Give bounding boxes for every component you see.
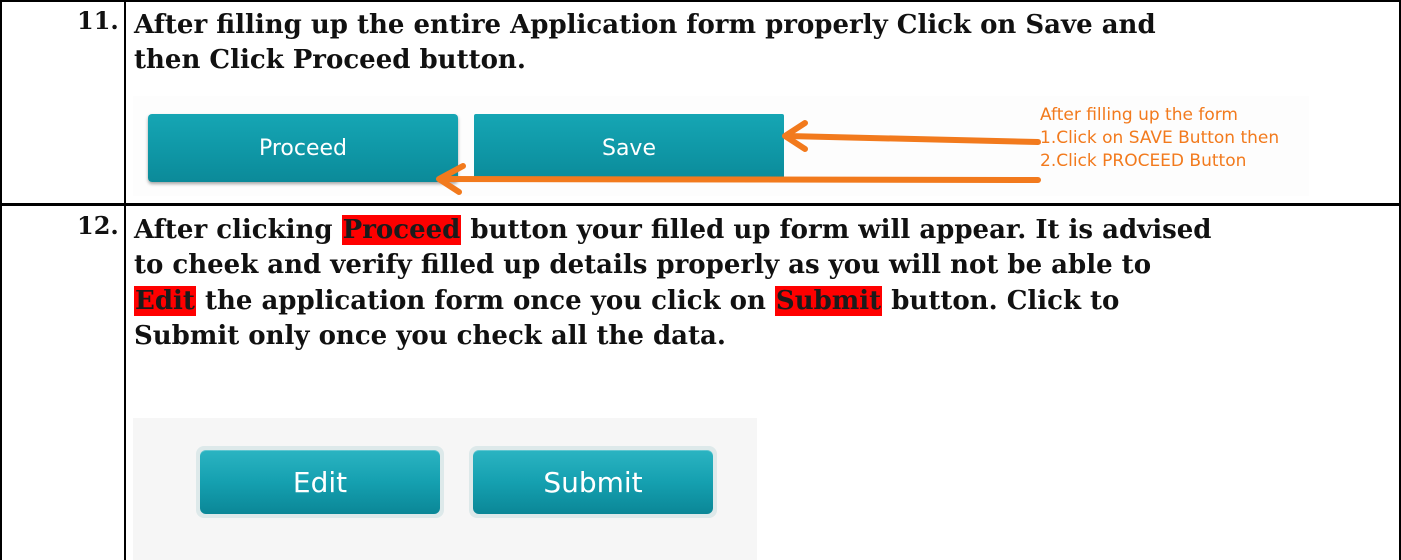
step-instruction-line: After clicking Proceed button your fille… [134, 213, 1211, 248]
edit-button-frame: Edit [196, 446, 444, 518]
instruction-text: After clicking [134, 215, 342, 245]
edit-submit-screenshot: Edit Submit [133, 418, 757, 560]
annotation-note-line: After filling up the form [1040, 105, 1238, 125]
step-instruction-line: After filling up the entire Application … [134, 10, 1156, 40]
highlight-edit: Edit [134, 286, 196, 316]
step-instruction-line: to cheek and verify filled up details pr… [134, 250, 1152, 280]
highlight-proceed: Proceed [341, 215, 462, 245]
instruction-text: button. Click to [882, 286, 1120, 316]
instruction-text: button your filled up form will appear. … [461, 215, 1212, 245]
table-column-divider [124, 0, 126, 560]
submit-button[interactable]: Submit [473, 450, 713, 514]
arrow-to-save-icon [785, 133, 1041, 145]
annotation-note-line: 2.Click PROCEED Button [1040, 151, 1247, 171]
step-number: 12. [77, 211, 119, 240]
save-proceed-screenshot: Proceed Save After filling up the form 1… [133, 96, 1309, 196]
instruction-text: the application form once you click on [195, 286, 775, 316]
table-row-divider [0, 203, 1401, 206]
table-border-left [0, 0, 2, 560]
submit-button-frame: Submit [469, 446, 717, 518]
edit-button[interactable]: Edit [200, 450, 440, 514]
highlight-submit: Submit [774, 286, 883, 316]
step-number: 11. [77, 6, 119, 35]
table-border-top [0, 0, 1401, 2]
step-instruction-line: Submit only once you check all the data. [134, 321, 726, 351]
annotation-note-line: 1.Click on SAVE Button then [1040, 128, 1280, 148]
arrow-to-proceed-icon [438, 176, 1041, 183]
step-instruction-line: Edit the application form once you click… [134, 284, 1119, 319]
instruction-table: 11. After filling up the entire Applicat… [0, 0, 1401, 560]
step-instruction-line: then Click Proceed button. [134, 45, 526, 75]
